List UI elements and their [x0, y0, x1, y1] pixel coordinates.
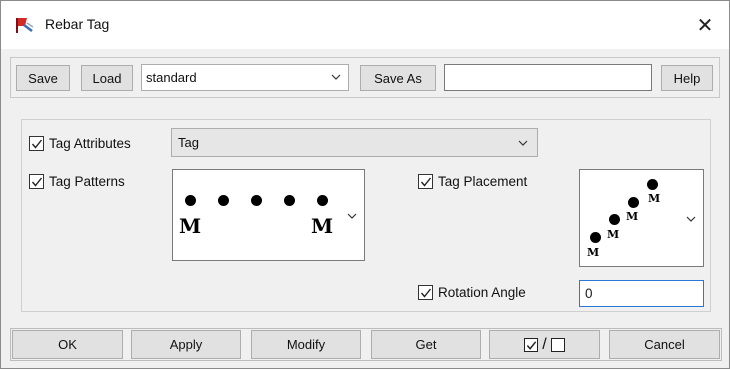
preset-select-value: standard [146, 70, 197, 85]
rebar-dot [284, 195, 295, 206]
tag-pattern-picker[interactable]: M M [172, 169, 365, 261]
save-as-button[interactable]: Save As [360, 65, 436, 91]
checkbox-box [418, 285, 433, 300]
toggle-all-button[interactable]: / [489, 330, 600, 359]
checkmark-icon [31, 177, 43, 187]
tag-patterns-label: Tag Patterns [49, 174, 125, 189]
rebar-tag-app-icon [16, 18, 34, 33]
rebar-dot [590, 232, 601, 243]
rebar-dot [609, 214, 620, 225]
checkbox-box [29, 174, 44, 189]
placement-marker: M [587, 246, 600, 259]
modify-button[interactable]: Modify [251, 330, 361, 359]
ok-button[interactable]: OK [12, 330, 123, 359]
pattern-marker-left: M [179, 214, 202, 238]
help-button[interactable]: Help [661, 65, 713, 91]
save-button[interactable]: Save [16, 65, 70, 91]
chevron-down-icon [331, 74, 341, 80]
chevron-down-icon [347, 213, 357, 219]
tag-placement-label: Tag Placement [438, 174, 528, 189]
checkbox-box [29, 136, 44, 151]
checkmark-icon [31, 139, 43, 149]
get-button[interactable]: Get [371, 330, 481, 359]
load-button[interactable]: Load [81, 65, 133, 91]
pattern-marker-right: M [311, 214, 334, 238]
rotation-angle-value: 0 [585, 286, 593, 301]
rebar-tag-dialog: Rebar Tag ✕ Save Load standard Save As H… [0, 0, 730, 369]
title-bar: Rebar Tag ✕ [1, 1, 729, 49]
tag-attributes-checkbox[interactable]: Tag Attributes [29, 136, 131, 151]
placement-marker: M [648, 192, 661, 205]
tag-attributes-label: Tag Attributes [49, 136, 131, 151]
rotation-angle-checkbox[interactable]: Rotation Angle [418, 285, 526, 300]
window-title: Rebar Tag [45, 16, 110, 32]
rotation-angle-input[interactable]: 0 [579, 280, 704, 307]
action-bar: OK Apply Modify Get / Cancel [10, 328, 722, 361]
toggle-separator: / [542, 335, 547, 353]
rotation-angle-label: Rotation Angle [438, 285, 526, 300]
preset-toolbar: Save Load standard Save As Help [10, 57, 720, 98]
save-as-name-input[interactable] [444, 64, 652, 91]
checkbox-box [418, 174, 433, 189]
unchecked-box-icon [550, 337, 565, 352]
cancel-button[interactable]: Cancel [609, 330, 720, 359]
tag-placement-picker[interactable]: M M M M [579, 169, 704, 267]
chevron-down-icon [686, 216, 696, 222]
rebar-dot [251, 195, 262, 206]
tag-placement-checkbox[interactable]: Tag Placement [418, 174, 527, 189]
tag-attributes-value: Tag [178, 135, 199, 150]
checkmark-icon [420, 288, 432, 298]
checkmark-icon [420, 177, 432, 187]
rebar-dot [647, 179, 658, 190]
tag-attributes-select[interactable]: Tag [171, 128, 538, 157]
placement-marker: M [626, 210, 639, 223]
tag-patterns-checkbox[interactable]: Tag Patterns [29, 174, 125, 189]
placement-marker: M [607, 228, 620, 241]
checked-box-icon [524, 337, 539, 352]
rebar-dot [185, 195, 196, 206]
apply-button[interactable]: Apply [131, 330, 241, 359]
close-icon: ✕ [696, 14, 714, 37]
rebar-dot [218, 195, 229, 206]
rebar-dot [628, 197, 639, 208]
close-button[interactable]: ✕ [689, 9, 721, 41]
rebar-dot [317, 195, 328, 206]
chevron-down-icon [518, 140, 528, 146]
preset-select[interactable]: standard [141, 64, 349, 91]
